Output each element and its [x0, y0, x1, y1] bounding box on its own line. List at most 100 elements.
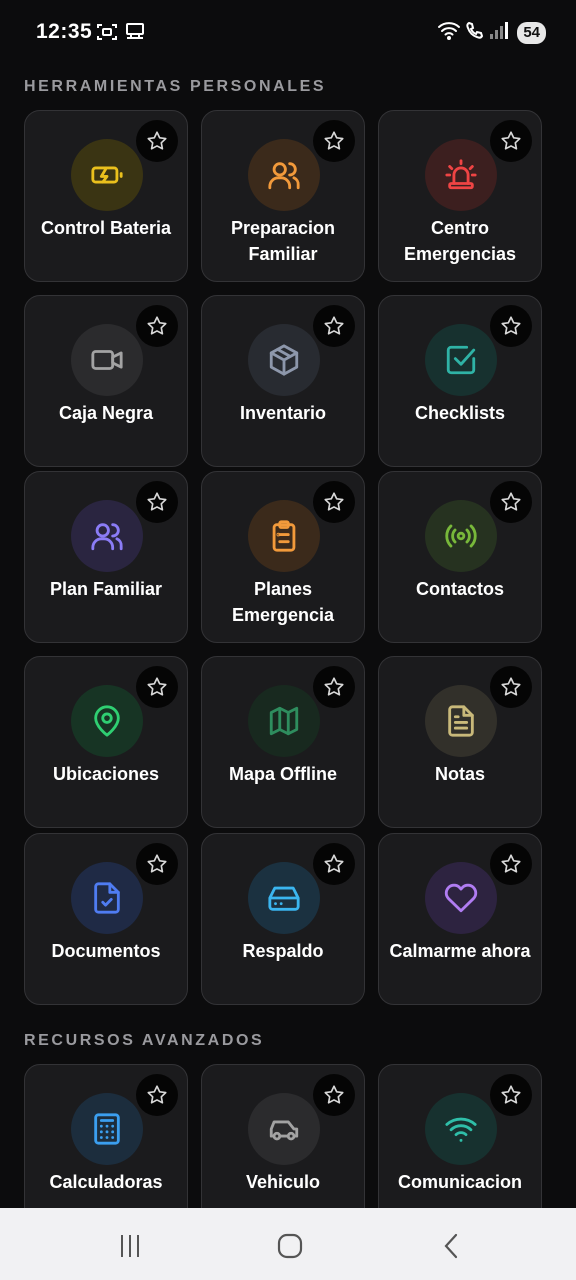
tool-card-control-bateria[interactable]: Control Bateria — [24, 110, 188, 282]
users-icon — [248, 139, 320, 211]
favorite-star-button[interactable] — [136, 843, 178, 885]
calculator-icon — [71, 1093, 143, 1165]
tool-card-label: Inventario — [239, 403, 327, 423]
star-icon — [323, 491, 345, 513]
favorite-star-button[interactable] — [490, 481, 532, 523]
tool-card-label: Documentos — [51, 941, 161, 961]
tool-card-notas[interactable]: Notas — [378, 656, 542, 828]
file-check-icon — [71, 862, 143, 934]
star-icon — [146, 676, 168, 698]
tool-card-planes-emergencia[interactable]: Planes Emergencia — [201, 471, 365, 643]
tool-card-calmarme-ahora[interactable]: Calmarme ahora — [378, 833, 542, 1005]
star-icon — [500, 1084, 522, 1106]
star-icon — [323, 130, 345, 152]
wifi-call-icon — [465, 20, 485, 45]
star-icon — [500, 491, 522, 513]
star-icon — [323, 676, 345, 698]
status-bar: 12:35 54 — [0, 0, 576, 64]
favorite-star-button[interactable] — [313, 305, 355, 347]
star-icon — [146, 315, 168, 337]
favorite-star-button[interactable] — [313, 843, 355, 885]
tool-card-label: Mapa Offline — [228, 764, 337, 784]
tool-card-label: Calmarme ahora — [389, 941, 531, 961]
tool-card-label: Respaldo — [242, 941, 324, 961]
tool-card-label: Planes Emergencia — [231, 579, 335, 625]
map-icon — [248, 685, 320, 757]
check-square-icon — [425, 324, 497, 396]
video-icon — [71, 324, 143, 396]
favorite-star-button[interactable] — [490, 666, 532, 708]
star-icon — [146, 853, 168, 875]
favorite-star-button[interactable] — [313, 1074, 355, 1116]
device-icon — [124, 22, 146, 47]
tool-card-label: Caja Negra — [58, 403, 154, 423]
tool-card-respaldo[interactable]: Respaldo — [201, 833, 365, 1005]
favorite-star-button[interactable] — [490, 1074, 532, 1116]
car-icon — [248, 1093, 320, 1165]
battery-level: 54 — [517, 21, 546, 44]
section-title-recursos: RECURSOS AVANZADOS — [24, 1032, 265, 1049]
recents-button[interactable] — [100, 1226, 160, 1266]
heart-icon — [425, 862, 497, 934]
clipboard-list-icon — [248, 500, 320, 572]
favorite-star-button[interactable] — [136, 481, 178, 523]
system-nav-bar — [0, 1208, 576, 1280]
tool-card-label: Calculadoras — [49, 1172, 163, 1192]
package-icon — [248, 324, 320, 396]
tool-card-inventario[interactable]: Inventario — [201, 295, 365, 467]
favorite-star-button[interactable] — [490, 305, 532, 347]
star-icon — [146, 1084, 168, 1106]
favorite-star-button[interactable] — [136, 666, 178, 708]
favorite-star-button[interactable] — [490, 843, 532, 885]
users-icon — [71, 500, 143, 572]
star-icon — [500, 676, 522, 698]
tool-card-label: Contactos — [415, 579, 504, 599]
tool-card-mapa-offline[interactable]: Mapa Offline — [201, 656, 365, 828]
tool-card-plan-familiar[interactable]: Plan Familiar — [24, 471, 188, 643]
star-icon — [323, 1084, 345, 1106]
tool-card-ubicaciones[interactable]: Ubicaciones — [24, 656, 188, 828]
radio-icon — [425, 500, 497, 572]
tool-card-label: Plan Familiar — [49, 579, 163, 599]
star-icon — [323, 315, 345, 337]
star-icon — [146, 491, 168, 513]
favorite-star-button[interactable] — [313, 666, 355, 708]
favorite-star-button[interactable] — [313, 120, 355, 162]
back-button[interactable] — [422, 1226, 482, 1266]
tool-card-label: Preparacion Familiar — [230, 218, 336, 264]
map-pin-icon — [71, 685, 143, 757]
favorite-star-button[interactable] — [136, 1074, 178, 1116]
star-icon — [500, 853, 522, 875]
tool-card-label: Comunicacion — [397, 1172, 522, 1192]
tool-card-label: Ubicaciones — [52, 764, 160, 784]
hard-drive-icon — [248, 862, 320, 934]
tool-card-caja-negra[interactable]: Caja Negra — [24, 295, 188, 467]
tool-card-label: Notas — [434, 764, 485, 784]
tool-card-label: Vehiculo — [245, 1172, 321, 1192]
screenshot-icon — [96, 22, 118, 47]
siren-icon — [425, 139, 497, 211]
wifi-status-icon — [437, 20, 461, 45]
tool-card-centro-emergencias[interactable]: Centro Emergencias — [378, 110, 542, 282]
favorite-star-button[interactable] — [136, 305, 178, 347]
favorite-star-button[interactable] — [313, 481, 355, 523]
star-icon — [323, 853, 345, 875]
file-text-icon — [425, 685, 497, 757]
status-time: 12:35 — [36, 20, 93, 43]
star-icon — [500, 130, 522, 152]
tool-card-checklists[interactable]: Checklists — [378, 295, 542, 467]
tool-card-label: Checklists — [414, 403, 506, 423]
star-icon — [500, 315, 522, 337]
signal-icon — [489, 21, 509, 44]
star-icon — [146, 130, 168, 152]
section-title-herramientas: HERRAMIENTAS PERSONALES — [24, 78, 327, 95]
favorite-star-button[interactable] — [490, 120, 532, 162]
tool-card-contactos[interactable]: Contactos — [378, 471, 542, 643]
home-button[interactable] — [260, 1226, 320, 1266]
tool-card-documentos[interactable]: Documentos — [24, 833, 188, 1005]
wifi-icon — [425, 1093, 497, 1165]
favorite-star-button[interactable] — [136, 120, 178, 162]
tool-card-label: Centro Emergencias — [403, 218, 517, 264]
tool-card-preparacion-familiar[interactable]: Preparacion Familiar — [201, 110, 365, 282]
tool-card-label: Control Bateria — [40, 218, 172, 238]
